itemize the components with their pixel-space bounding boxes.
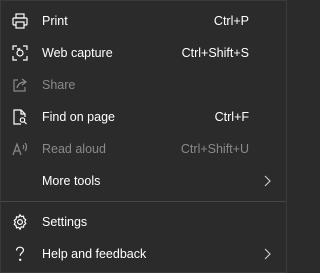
menu-item-shortcut: Ctrl+Shift+U: [180, 142, 249, 156]
menu-item-settings[interactable]: Settings: [1, 206, 286, 238]
menu-separator: [1, 201, 286, 202]
menu-item-label: Settings: [42, 215, 88, 229]
menu-item-label: Print: [42, 14, 68, 28]
share-icon: [11, 76, 29, 94]
menu-item-read-aloud[interactable]: Read aloud Ctrl+Shift+U: [1, 133, 286, 165]
menu-item-print[interactable]: Print Ctrl+P: [1, 5, 286, 37]
menu-item-find-on-page[interactable]: Find on page Ctrl+F: [1, 101, 286, 133]
chevron-right-icon: [262, 174, 272, 188]
menu-item-label: More tools: [42, 174, 101, 188]
browser-settings-menu: Print Ctrl+P Web capture Ctrl+Shift+S Sh…: [0, 0, 287, 273]
menu-item-help-and-feedback[interactable]: Help and feedback: [1, 238, 286, 270]
web-capture-icon: [11, 44, 29, 62]
printer-icon: [11, 12, 29, 30]
menu-item-web-capture[interactable]: Web capture Ctrl+Shift+S: [1, 37, 286, 69]
read-aloud-icon: [11, 140, 29, 158]
find-on-page-icon: [11, 108, 29, 126]
menu-item-more-tools[interactable]: More tools: [1, 165, 286, 197]
help-icon: [11, 245, 29, 263]
menu-item-shortcut: Ctrl+Shift+S: [181, 46, 249, 60]
menu-item-label: Help and feedback: [42, 247, 147, 261]
menu-item-label: Read aloud: [42, 142, 106, 156]
menu-item-share[interactable]: Share: [1, 69, 286, 101]
chevron-right-icon: [262, 247, 272, 261]
menu-item-label: Find on page: [42, 110, 115, 124]
menu-item-shortcut: Ctrl+F: [214, 110, 249, 124]
gear-icon: [11, 213, 29, 231]
menu-item-label: Web capture: [42, 46, 113, 60]
menu-item-shortcut: Ctrl+P: [213, 14, 249, 28]
menu-item-label: Share: [42, 78, 76, 92]
